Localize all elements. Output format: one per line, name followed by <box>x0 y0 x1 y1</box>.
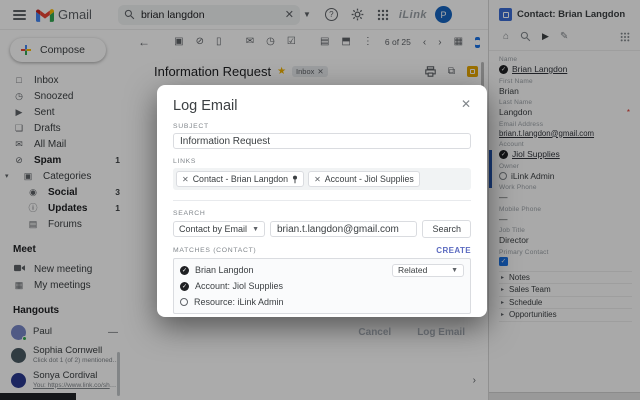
cancel-button[interactable]: Cancel <box>358 327 391 338</box>
remove-chip-icon[interactable]: ✕ <box>182 175 189 184</box>
radio-unchecked-icon[interactable] <box>180 298 188 306</box>
pin-icon <box>292 175 298 184</box>
chevron-down-icon: ▼ <box>451 267 458 274</box>
matches-list: ✓ Brian Langdon Related ▼ ✓ Account: Jio… <box>173 258 471 314</box>
match-row-account[interactable]: ✓ Account: Jiol Supplies <box>180 278 464 294</box>
links-label: LINKS <box>173 158 471 165</box>
match-row-contact[interactable]: ✓ Brian Langdon Related ▼ <box>180 262 464 278</box>
search-label: SEARCH <box>173 210 471 217</box>
dialog-title: Log Email <box>173 98 237 114</box>
match-row-resource[interactable]: Resource: iLink Admin <box>180 294 464 310</box>
create-link[interactable]: CREATE <box>436 246 471 255</box>
relation-select[interactable]: Related ▼ <box>392 264 464 277</box>
app-window: Gmail brian langdon ✕ ▼ ? <box>0 0 640 400</box>
link-chip-contact[interactable]: ✕ Contact - Brian Langdon <box>176 171 304 187</box>
chevron-down-icon: ▼ <box>252 226 259 233</box>
link-chip-account[interactable]: ✕ Account - Jiol Supplies <box>308 171 420 187</box>
search-filter-select[interactable]: Contact by Email ▼ <box>173 221 265 237</box>
log-email-button[interactable]: Log Email <box>417 327 465 338</box>
checkbox-checked-icon[interactable]: ✓ <box>180 282 189 291</box>
search-button[interactable]: Search <box>422 220 471 238</box>
bottom-taskbar-fragment <box>0 393 76 400</box>
close-icon[interactable]: ✕ <box>461 98 471 110</box>
checkbox-checked-icon[interactable]: ✓ <box>180 266 189 275</box>
log-email-dialog: Log Email ✕ SUBJECT Information Request … <box>157 85 487 317</box>
divider <box>173 200 471 201</box>
search-term-input[interactable]: brian.t.langdon@gmail.com <box>270 221 417 237</box>
matches-label: MATCHES (CONTACT) <box>173 247 256 254</box>
subject-input[interactable]: Information Request <box>173 133 471 149</box>
remove-chip-icon[interactable]: ✕ <box>314 175 321 184</box>
subject-label: SUBJECT <box>173 123 471 130</box>
links-chip-area: ✕ Contact - Brian Langdon ✕ Account - Ji… <box>173 168 471 190</box>
